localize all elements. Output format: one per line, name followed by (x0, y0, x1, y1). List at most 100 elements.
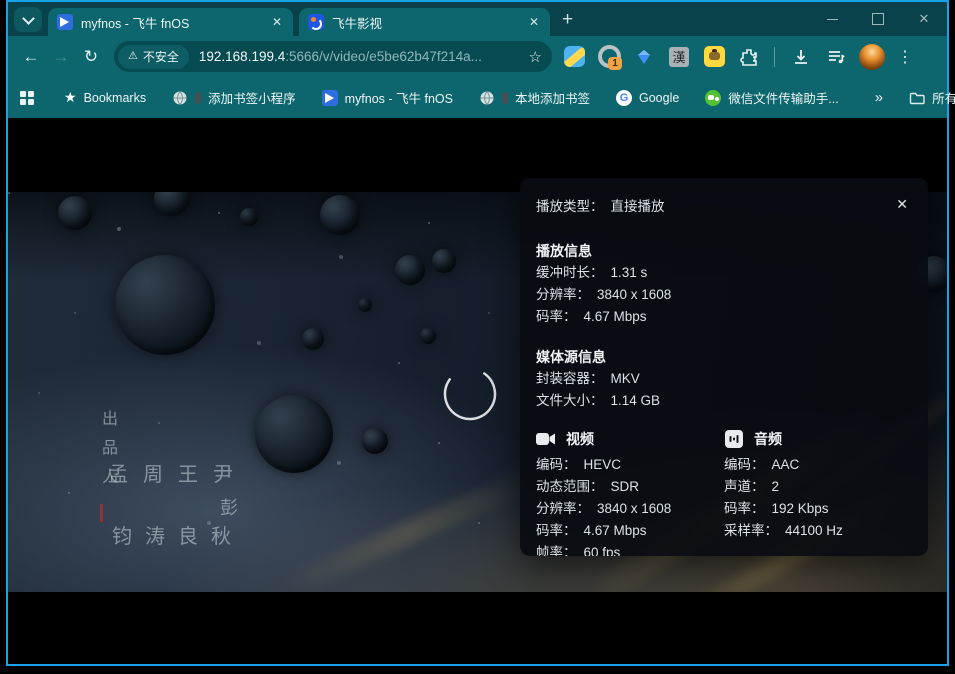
feiniu-media-favicon-icon (308, 14, 324, 30)
loading-spinner (442, 366, 498, 422)
bubble (302, 328, 324, 350)
url-host: 192.168.199.4 (199, 49, 285, 64)
forward-button[interactable]: → (46, 42, 76, 72)
particle-specks (8, 192, 10, 194)
bookmarks-overflow-chevron[interactable]: » (865, 89, 893, 106)
bubble (420, 328, 436, 344)
info-row: 码率：192 Kbps (724, 498, 912, 520)
info-row: 编码：AAC (724, 454, 912, 476)
video-camera-icon (536, 429, 556, 449)
info-row: 帧率：60 fps (536, 542, 724, 556)
red-seal-mark (100, 504, 103, 522)
bookmark-google[interactable]: G Google (616, 90, 679, 106)
bubble (255, 395, 333, 473)
credits-names-row: 孟周王尹 (108, 458, 248, 487)
playback-info-panel: ✕ 播放类型：直接播放 播放信息 缓冲时长：1.31 s 分辨率：3840 x … (520, 178, 928, 556)
browser-window: myfnos - 飞牛 fnOS ✕ 飞牛影视 ✕ + ✕ ← → ↻ ⚠ 不安… (6, 0, 949, 666)
tab-search-button[interactable] (14, 7, 42, 32)
tab-title: 飞牛影视 (332, 13, 516, 32)
apps-grid-icon[interactable] (20, 91, 34, 105)
light-streak (276, 466, 541, 592)
minimize-button[interactable] (809, 4, 855, 34)
bubble (115, 255, 215, 355)
bookmark-star-icon[interactable]: ☆ (529, 48, 542, 66)
panel-close-icon[interactable]: ✕ (896, 196, 908, 213)
folder-icon (909, 91, 925, 105)
bookmark-local-add[interactable]: 本地添加书签 (479, 88, 590, 107)
tab-close-icon[interactable]: ✕ (267, 15, 287, 29)
credits-names-row: 钧涛良秋 (112, 520, 244, 549)
goat-extension-icon[interactable] (701, 44, 727, 70)
bubble (154, 192, 190, 216)
info-row: 缓冲时长：1.31 s (536, 262, 912, 284)
info-row: 分辨率：3840 x 1608 (536, 284, 912, 306)
bookmarks-bar: ★ Bookmarks 添加书签小程序 myfnos - 飞牛 fnOS 本地添… (8, 77, 947, 118)
bubble (358, 298, 372, 312)
chevron-down-icon (22, 12, 35, 25)
browser-toolbar: ← → ↻ ⚠ 不安全 192.168.199.4:5666/v/video/e… (8, 36, 947, 77)
bubble (240, 208, 258, 226)
update-ring-extension-icon[interactable]: 1 (596, 44, 622, 70)
media-source-section-title: 媒体源信息 (536, 346, 912, 368)
profile-avatar[interactable] (859, 44, 885, 70)
audio-waveform-icon (724, 429, 744, 449)
downloads-icon[interactable] (788, 44, 814, 70)
all-bookmarks-button[interactable]: 所有书签 (909, 88, 955, 107)
bookmark-bookmarks-folder[interactable]: ★ Bookmarks (64, 89, 146, 106)
video-track-column: 视频 编码：HEVC 动态范围：SDR 分辨率：3840 x 1608 码率：4… (536, 426, 724, 556)
tab-title: myfnos - 飞牛 fnOS (81, 13, 259, 32)
minimize-icon (827, 19, 838, 20)
myfnos-favicon-icon (322, 90, 338, 106)
myfnos-favicon-icon (57, 14, 73, 30)
window-controls: ✕ (809, 4, 947, 34)
star-icon: ★ (64, 89, 77, 106)
bubble (320, 195, 360, 235)
globe-icon (172, 90, 188, 106)
security-label: 不安全 (143, 48, 179, 65)
play-type-row: 播放类型：直接播放 (536, 196, 912, 218)
google-icon: G (616, 90, 632, 106)
address-bar[interactable]: ⚠ 不安全 192.168.199.4:5666/v/video/e5be62b… (114, 41, 552, 72)
info-row: 码率：4.67 Mbps (536, 520, 724, 542)
new-tab-button[interactable]: + (562, 10, 573, 29)
close-window-button[interactable]: ✕ (901, 4, 947, 34)
track-columns: 视频 编码：HEVC 动态范围：SDR 分辨率：3840 x 1608 码率：4… (536, 426, 912, 556)
maximize-button[interactable] (855, 4, 901, 34)
bookmark-wechat-transfer[interactable]: 微信文件传输助手... (705, 88, 838, 107)
tab-feiniu-media[interactable]: 飞牛影视 ✕ (299, 8, 550, 36)
diamond-extension-icon[interactable] (631, 44, 657, 70)
tab-strip: myfnos - 飞牛 fnOS ✕ 飞牛影视 ✕ + ✕ (8, 2, 947, 36)
audio-track-column: 音频 编码：AAC 声道：2 码率：192 Kbps 采样率：44100 Hz (724, 426, 912, 556)
info-row: 声道：2 (724, 476, 912, 498)
url-path: :5666/v/video/e5be62b47f214a... (285, 49, 482, 64)
tab-close-icon[interactable]: ✕ (524, 15, 544, 29)
page-content: 出品人 孟周王尹 彭 钧涛良秋 ✕ 播放类型：直接播放 播放信息 缓冲时长：1.… (8, 118, 947, 664)
extension-badge: 1 (608, 57, 622, 70)
warning-icon: ⚠ (128, 51, 138, 62)
info-row: 分辨率：3840 x 1608 (536, 498, 724, 520)
wechat-icon (705, 90, 721, 106)
media-playlist-icon[interactable] (823, 44, 849, 70)
url-text[interactable]: 192.168.199.4:5666/v/video/e5be62b47f214… (199, 49, 523, 64)
bubble (395, 255, 425, 285)
playback-section-title: 播放信息 (536, 240, 912, 262)
toolbar-divider (774, 47, 775, 67)
security-chip[interactable]: ⚠ 不安全 (118, 45, 189, 69)
info-row: 封装容器：MKV (536, 368, 912, 390)
info-row: 编码：HEVC (536, 454, 724, 476)
back-button[interactable]: ← (16, 42, 46, 72)
info-row: 动态范围：SDR (536, 476, 724, 498)
extensions-puzzle-icon[interactable] (736, 44, 762, 70)
bubble (432, 249, 456, 273)
bookmark-myfnos[interactable]: myfnos - 飞牛 fnOS (322, 88, 453, 107)
notes-extension-icon[interactable] (561, 44, 587, 70)
info-row: 采样率：44100 Hz (724, 520, 912, 542)
browser-menu-icon[interactable]: ⋮ (893, 47, 917, 67)
bubble (362, 428, 388, 454)
info-row: 码率：4.67 Mbps (536, 306, 912, 328)
bookmark-add-bookmarklet[interactable]: 添加书签小程序 (172, 88, 296, 107)
bookmarklet-pill-icon (502, 92, 508, 104)
reload-button[interactable]: ↻ (76, 42, 106, 72)
tab-myfnos[interactable]: myfnos - 飞牛 fnOS ✕ (48, 8, 293, 36)
han-extension-icon[interactable]: 漢 (666, 44, 692, 70)
